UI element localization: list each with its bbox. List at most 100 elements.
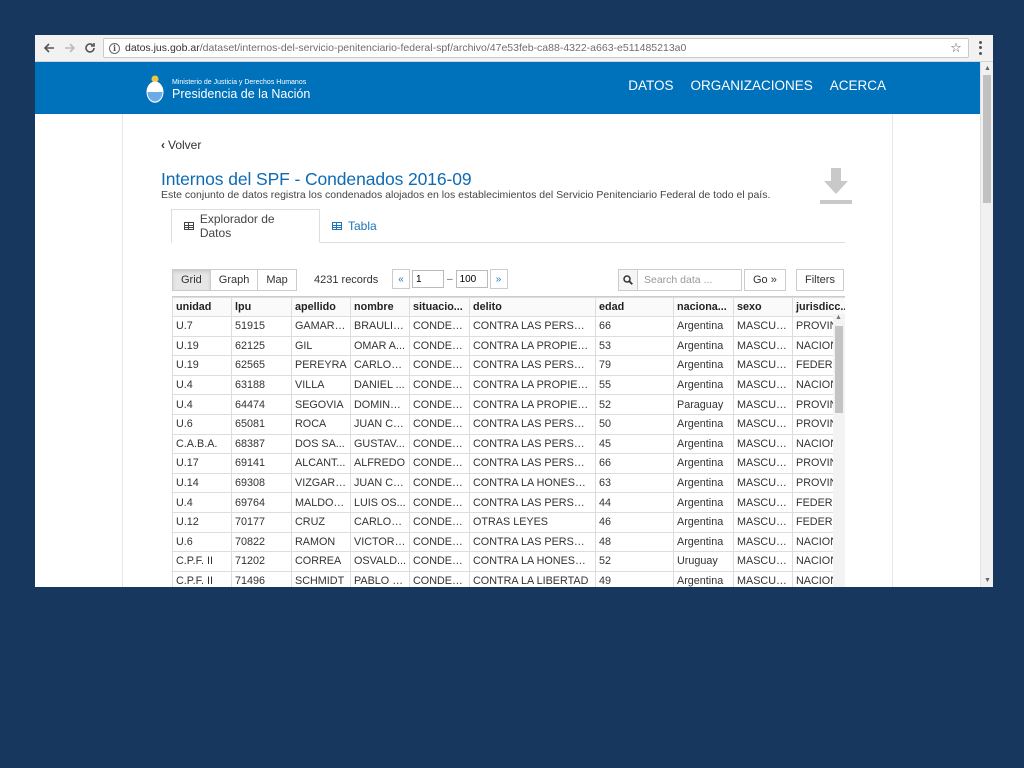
tab-tabla[interactable]: Tabla [320, 209, 389, 243]
column-header[interactable]: situacio... [409, 297, 470, 317]
grid-view-button[interactable]: Grid [172, 269, 211, 291]
download-icon[interactable] [820, 168, 852, 206]
table-cell: 79 [595, 355, 674, 376]
main-nav: DATOS ORGANIZACIONES ACERCA [628, 78, 886, 93]
table-cell: CONDEN... [409, 570, 470, 587]
grid-scrollbar-thumb[interactable] [835, 326, 843, 413]
table-cell: DOMINGO [350, 394, 410, 415]
next-page-button[interactable]: » [489, 269, 508, 289]
browser-toolbar: i datos.jus.gob.ar/dataset/internos-del-… [35, 35, 993, 62]
filters-button[interactable]: Filters [796, 269, 844, 291]
map-view-button[interactable]: Map [257, 269, 297, 291]
table-cell: CONDEN... [409, 374, 470, 396]
site-header: Ministerio de Justicia y Derechos Humano… [35, 62, 980, 114]
table-cell: 49 [595, 570, 674, 587]
table-cell: CONTRA LAS PERSON... [469, 355, 596, 376]
table-cell: 55 [595, 374, 674, 396]
forward-arrow-icon[interactable] [61, 39, 79, 57]
table-cell: Uruguay [673, 551, 734, 572]
table-cell: 46 [595, 511, 674, 533]
table-cell: 52 [595, 394, 674, 415]
page-scrollbar[interactable]: ▲ ▼ [980, 62, 993, 587]
table-cell: OTRAS LEYES [469, 511, 596, 533]
table-row[interactable]: U.7 51915 GAMARRA BRAULIO... CONDEN... CONTRA… [172, 316, 845, 337]
table-cell: GAMARRA [291, 316, 351, 337]
page-scrollbar-thumb[interactable] [983, 75, 991, 203]
scroll-down-icon[interactable]: ▼ [983, 577, 992, 584]
column-header[interactable]: delito [469, 297, 596, 317]
table-cell: Argentina [673, 433, 734, 455]
table-cell: 65081 [231, 413, 292, 435]
table-row[interactable]: U.4 64474 SEGOVIA DOMINGO CONDEN... CONTRA LA… [172, 394, 845, 415]
table-row[interactable]: U.14 69308 VIZGARRA JUAN CA... CONDEN... CONT… [172, 472, 845, 494]
column-header[interactable]: naciona... [673, 297, 734, 317]
column-header[interactable]: lpu [231, 297, 292, 317]
tab-explorador[interactable]: Explorador de Datos [171, 209, 320, 243]
search-input[interactable] [638, 269, 742, 291]
prev-page-button[interactable]: « [392, 269, 410, 289]
table-row[interactable]: C.P.F. II 71496 SCHMIDT PABLO E... CONDEN...… [172, 570, 845, 587]
table-cell: U.19 [172, 335, 232, 357]
column-header[interactable]: nombre [350, 297, 410, 317]
table-cell: Argentina [673, 570, 734, 587]
nav-acerca[interactable]: ACERCA [830, 78, 886, 93]
pagination: « – » [392, 269, 508, 289]
table-icon [184, 222, 194, 230]
bookmark-star-icon[interactable]: ☆ [948, 40, 964, 56]
column-header[interactable]: apellido [291, 297, 351, 317]
nav-datos[interactable]: DATOS [628, 78, 673, 93]
column-header[interactable]: unidad [172, 297, 232, 317]
data-grid: unidad lpu apellido nombre situacio... delito… [172, 296, 845, 587]
page-from-input[interactable] [412, 270, 444, 288]
graph-view-button[interactable]: Graph [209, 269, 259, 291]
table-cell: Argentina [673, 335, 734, 357]
url-text: datos.jus.gob.ar/dataset/internos-del-se… [125, 42, 948, 54]
page-to-input[interactable] [455, 270, 488, 288]
table-cell: DANIEL ... [350, 374, 410, 396]
table-cell: MASCUL... [733, 433, 793, 455]
info-icon[interactable]: i [109, 42, 120, 54]
table-cell: OMAR A... [350, 335, 410, 357]
table-cell: Argentina [673, 453, 734, 474]
site-logo[interactable]: Ministerio de Justicia y Derechos Humano… [145, 74, 310, 104]
back-link[interactable]: ‹ Volver [161, 138, 201, 152]
table-cell: GIL [291, 335, 351, 357]
table-cell: MASCUL... [733, 531, 793, 553]
table-cell: MALDON... [291, 492, 351, 513]
table-cell: Paraguay [673, 394, 734, 415]
address-bar[interactable]: i datos.jus.gob.ar/dataset/internos-del-… [103, 38, 969, 58]
table-body: U.7 51915 GAMARRA BRAULIO... CONDEN... CONTRA… [172, 316, 845, 587]
table-cell: CONDEN... [409, 433, 470, 455]
table-cell: MASCUL... [733, 551, 793, 572]
table-row[interactable]: U.6 70822 RAMON VICTOR ... CONDEN... CONTRA L… [172, 531, 845, 553]
table-cell: 66 [595, 453, 674, 474]
table-cell: PABLO E... [350, 570, 410, 587]
go-button[interactable]: Go » [744, 269, 786, 291]
table-row[interactable]: U.12 70177 CRUZ CARLOS... CONDEN... OTRAS LEY… [172, 511, 845, 533]
table-cell: CONDEN... [409, 394, 470, 415]
view-tabs: Explorador de Datos Tabla [171, 209, 845, 243]
column-header[interactable]: sexo [733, 297, 793, 317]
table-row[interactable]: U.4 69764 MALDON... LUIS OS... CONDEN... CONT… [172, 492, 845, 513]
data-table: unidad lpu apellido nombre situacio... delito… [172, 297, 845, 587]
table-row[interactable]: U.19 62125 GIL OMAR A... CONDEN... CONTRA LA … [172, 335, 845, 357]
table-row[interactable]: C.P.F. II 71202 CORREA OSVALD... CONDEN... CO… [172, 551, 845, 572]
tab-tabla-label: Tabla [348, 219, 377, 233]
table-cell: 63188 [231, 374, 292, 396]
table-cell: CARLOS... [350, 511, 410, 533]
back-arrow-icon[interactable] [40, 39, 58, 57]
table-cell: U.12 [172, 511, 232, 533]
grid-scroll-up-icon[interactable]: ▲ [835, 314, 842, 321]
nav-organizaciones[interactable]: ORGANIZACIONES [690, 78, 812, 93]
grid-scrollbar[interactable]: ▲ [833, 314, 845, 587]
table-row[interactable]: U.19 62565 PEREYRA CARLOS... CONDEN... CONTRA… [172, 355, 845, 376]
table-row[interactable]: U.17 69141 ALCANT... ALFREDO CONDEN... CONTRA… [172, 453, 845, 474]
table-row[interactable]: U.6 65081 ROCA JUAN CA... CONDEN... CONTRA LA… [172, 413, 845, 435]
reload-icon[interactable] [81, 39, 99, 57]
kebab-menu-icon[interactable] [975, 40, 985, 56]
table-row[interactable]: U.4 63188 VILLA DANIEL ... CONDEN... CONTRA L… [172, 374, 845, 396]
table-cell: VICTOR ... [350, 531, 410, 553]
scroll-up-icon[interactable]: ▲ [983, 65, 992, 72]
table-row[interactable]: C.A.B.A. 68387 DOS SA... GUSTAV... CONDEN...… [172, 433, 845, 455]
column-header[interactable]: edad [595, 297, 674, 317]
